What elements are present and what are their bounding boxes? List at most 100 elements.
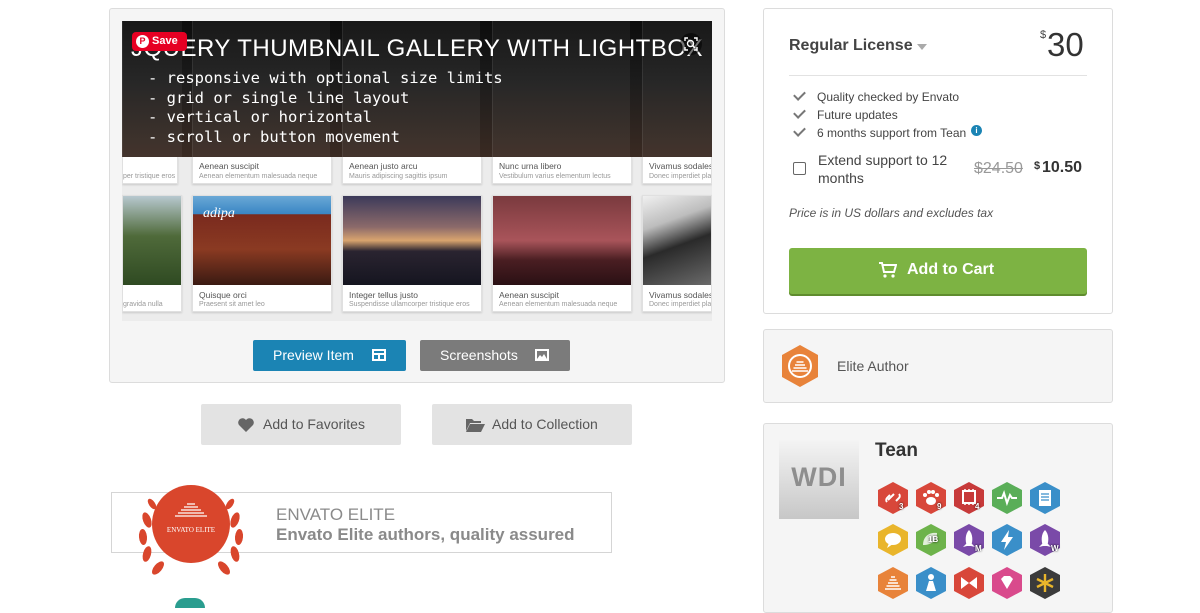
gallery-thumbnail[interactable]: Vivamus sodales Donec imperdiet pla [642,195,712,312]
license-type-selector[interactable]: Regular License [789,37,913,55]
badge-count: 1B [928,535,939,544]
pinterest-save-button[interactable]: P Save [132,32,187,51]
park-image [123,196,181,285]
add-to-collection-button[interactable]: Add to Collection [432,404,632,445]
add-to-favorites-button[interactable]: Add to Favorites [201,404,401,445]
add-to-favorites-label: Add to Favorites [263,416,365,432]
gallery-caption: Nunc urna libero Vestibulum varius eleme… [492,157,632,184]
document-badge-icon [1030,482,1060,514]
lightning-badge-icon [992,524,1022,556]
gallery-thumbnail[interactable]: gravida nulla [122,195,182,312]
banner-title: JQUERY THUMBNAIL GALLERY WITH LIGHTBOX [130,35,704,62]
pinterest-icon: P [136,35,149,48]
add-to-cart-button[interactable]: Add to Cart [789,248,1087,294]
author-badge[interactable]: 3 [877,481,909,520]
screenshots-label: Screenshots [440,347,518,363]
author-badge[interactable]: 1B [915,523,947,562]
author-badge[interactable] [877,523,909,562]
extend-new-price: 10.50 [1042,159,1083,176]
divider [789,75,1087,76]
author-name[interactable]: Tean [875,440,918,462]
person-badge-icon [916,567,946,599]
feature-item: - vertical or horizontal [148,108,372,126]
cart-icon [879,262,897,278]
caption-subtitle: Donec imperdiet pla [649,301,712,308]
caption-subtitle: Donec imperdiet pla [649,173,712,180]
diamond-badge-icon [992,567,1022,599]
gallery-caption: per tristique eros [122,157,178,184]
author-badge[interactable]: M [953,523,985,562]
extend-support-checkbox[interactable] [793,162,806,175]
elite-medal [152,485,230,563]
layout-icon [372,349,386,361]
elite-banner-title: ENVATO ELITE [276,505,396,524]
caption-subtitle: Suspendisse ullamcorper tristique eros [349,301,470,308]
sunset-coast-image [343,196,481,285]
elite-medal-text: ENVATO ELITE [166,526,216,534]
gallery-thumbnail[interactable]: Aenean suscipit Aenean elementum malesua… [492,195,632,312]
caption-title: Aenean justo arcu [349,161,418,171]
author-badge[interactable] [915,566,947,605]
extend-old-price: $24.50 [974,160,1023,177]
caption-subtitle: Mauris adipiscing sagittis ipsum [349,173,448,180]
pulse-badge-icon [992,482,1022,514]
author-badge[interactable] [953,566,985,605]
preview-banner: JQUERY THUMBNAIL GALLERY WITH LIGHTBOX -… [122,21,712,157]
restaurant-sign: adipa [203,206,235,221]
price-note: Price is in US dollars and excludes tax [789,206,994,220]
gallery-thumbnail[interactable]: adipa Quisque orci Praesent sit amet leo [192,195,332,312]
badge-count: W [1051,544,1059,553]
heart-icon [238,418,254,432]
author-badge[interactable]: W [1029,523,1061,562]
info-icon[interactable]: i [971,125,982,136]
gallery-caption: Vivamus sodales Donec imperdiet pla [642,157,712,184]
gallery-thumbnail[interactable]: Integer tellus justo Suspendisse ullamco… [342,195,482,312]
caption-title: Quisque orci [199,290,247,300]
extend-price-currency: $ [1034,160,1041,172]
elite-author-label: Elite Author [837,358,909,374]
author-badge[interactable] [991,523,1023,562]
author-badge[interactable] [1029,481,1061,520]
caption-subtitle: Aenean elementum malesuada neque [199,173,318,180]
extend-support-label[interactable]: Extend support to 12 months [818,151,968,187]
license-price: 30 [1047,26,1084,63]
preview-item-button[interactable]: Preview Item [253,340,406,371]
badge-count: M [975,544,982,553]
feature-item: - grid or single line layout [148,88,410,107]
caption-title: Aenean suscipit [199,161,260,171]
restaurant-image: adipa [193,196,331,285]
badge-count: 9 [937,502,942,511]
author-badge[interactable] [991,481,1023,520]
caption-subtitle: Vestibulum varius elementum lectus [499,173,611,180]
badge-count: 4 [975,502,980,511]
dusk-image [493,196,631,285]
paw-badge-icon [916,482,946,514]
caption-title: Nunc urna libero [499,161,562,171]
chevron-down-icon[interactable] [917,44,927,50]
folder-icon [466,419,485,432]
avatar-text: WDI [791,462,847,492]
feature-list: - responsive with optional size limits -… [148,69,503,147]
add-to-cart-label: Add to Cart [907,261,995,278]
caption-title: Vivamus sodales [649,290,712,300]
caption-subtitle: per tristique eros [123,173,176,180]
elite-author-badge-icon [782,345,818,387]
caption-title: Aenean suscipit [499,290,560,300]
elite-badge-icon [878,567,908,599]
badge-count: 3 [899,502,904,511]
caption-title: Vivamus sodales [649,161,712,171]
preview-image[interactable]: JQUERY THUMBNAIL GALLERY WITH LIGHTBOX -… [122,21,712,321]
gallery-caption: Aenean justo arcu Mauris adipiscing sagi… [342,157,482,184]
author-badge[interactable]: 4 [953,481,985,520]
author-badge[interactable] [1029,566,1061,605]
screenshots-button[interactable]: Screenshots [420,340,570,371]
caption-subtitle: gravida nulla [123,301,163,308]
caption-title: Integer tellus justo [349,290,418,300]
visual-search-icon[interactable] [680,33,702,55]
pinterest-save-label: Save [152,35,178,47]
author-badge[interactable] [991,566,1023,605]
caption-subtitle: Praesent sit amet leo [199,301,265,308]
author-badge[interactable] [877,566,909,605]
author-badge[interactable]: 9 [915,481,947,520]
snowflake-badge-icon [1030,567,1060,599]
